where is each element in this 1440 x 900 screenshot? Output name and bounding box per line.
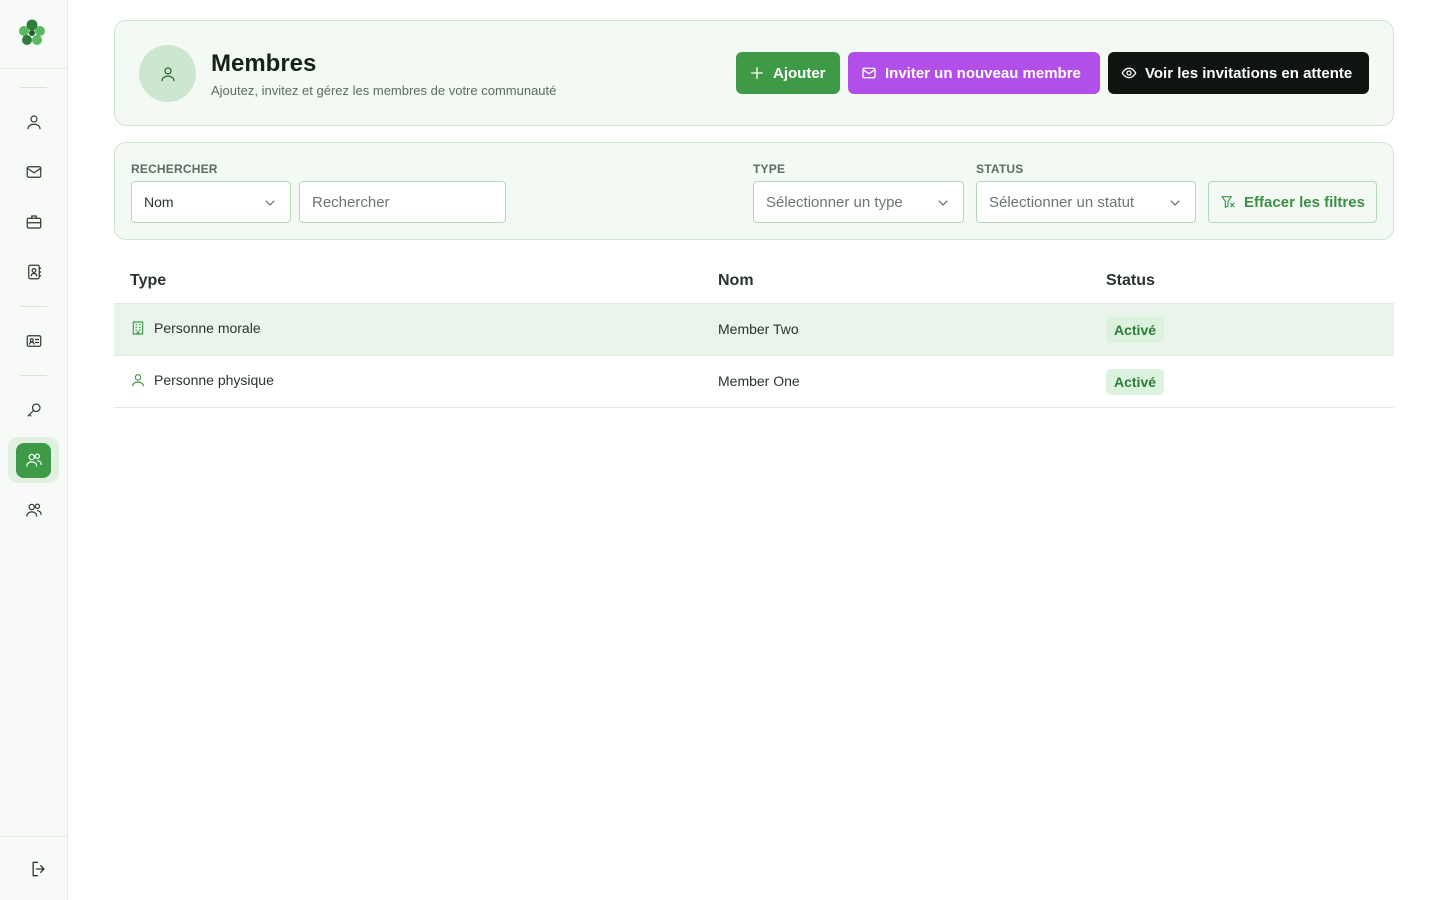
nav-card[interactable] — [8, 318, 59, 364]
users-icon — [25, 453, 42, 467]
row-type-cell: Personne physique — [130, 372, 274, 388]
user-icon — [160, 66, 175, 81]
table-row[interactable]: Personne physique Member One Activé — [114, 356, 1394, 408]
row-type-cell: Personne morale — [130, 320, 261, 336]
users-icon — [25, 503, 42, 517]
members-table: Type Nom Status Personne morale Member T… — [114, 256, 1394, 408]
contact-book-icon — [27, 264, 41, 280]
mail-icon — [26, 166, 41, 178]
row-name-cell: Member Two — [718, 321, 799, 337]
chevron-down-icon — [938, 200, 948, 206]
table-header: Type Nom Status — [114, 256, 1394, 304]
sidebar-divider — [20, 87, 47, 88]
nav-messages[interactable] — [8, 149, 59, 195]
filter-clear-icon — [1221, 196, 1235, 208]
id-card-icon — [26, 335, 41, 347]
clear-filters-button[interactable]: Effacer les filtres — [1208, 181, 1377, 223]
search-field-select[interactable]: Nom — [131, 181, 291, 223]
logout-button[interactable] — [13, 846, 64, 892]
plus-icon — [751, 67, 763, 79]
invite-member-label: Inviter un nouveau membre — [885, 64, 1081, 82]
search-label: RECHERCHER — [131, 162, 218, 176]
pending-invitations-button[interactable]: Voir les invitations en attente — [1108, 52, 1369, 94]
briefcase-icon — [26, 215, 41, 229]
status-placeholder: Sélectionner un statut — [989, 193, 1135, 211]
page-subtitle: Ajoutez, invitez et gérez les membres de… — [211, 83, 557, 98]
pending-invitations-label: Voir les invitations en attente — [1145, 64, 1353, 82]
sidebar-divider — [0, 68, 68, 69]
status-badge: Activé — [1106, 369, 1165, 395]
filters-panel: RECHERCHER Nom Rechercher TYPE Sélection… — [114, 142, 1394, 240]
key-icon — [26, 403, 41, 417]
user-icon — [132, 374, 144, 387]
sidebar-divider — [20, 306, 47, 307]
nav-jobs[interactable] — [8, 199, 59, 245]
nav-groups[interactable] — [8, 487, 59, 533]
column-header-status[interactable]: Status — [1106, 272, 1155, 290]
row-name-cell: Member One — [718, 373, 800, 389]
nav-members-active-indicator — [16, 442, 51, 478]
chevron-down-icon — [1170, 200, 1180, 206]
nav-keys[interactable] — [8, 387, 59, 433]
app-root: Membres Ajoutez, invitez et gérez les me… — [0, 0, 1440, 900]
table-row[interactable]: Personne morale Member Two Activé — [114, 304, 1394, 356]
user-icon — [26, 115, 41, 130]
mail-icon — [862, 67, 876, 79]
type-label: TYPE — [753, 162, 786, 176]
status-label: STATUS — [976, 162, 1024, 176]
sidebar-divider — [20, 375, 47, 376]
search-input[interactable]: Rechercher — [299, 181, 506, 223]
chevron-down-icon — [265, 200, 275, 206]
sidebar-divider — [0, 836, 68, 837]
type-select[interactable]: Sélectionner un type — [753, 181, 964, 223]
add-member-label: Ajouter — [773, 64, 826, 82]
invite-member-button[interactable]: Inviter un nouveau membre — [848, 52, 1100, 94]
search-field-value: Nom — [144, 194, 174, 210]
page-title: Membres — [211, 50, 317, 77]
building-icon — [132, 321, 144, 335]
page-header: Membres Ajoutez, invitez et gérez les me… — [114, 20, 1394, 126]
column-header-name[interactable]: Nom — [718, 272, 754, 290]
column-header-type[interactable]: Type — [130, 272, 166, 290]
logout-icon — [31, 861, 45, 877]
type-placeholder: Sélectionner un type — [766, 193, 903, 211]
status-select[interactable]: Sélectionner un statut — [976, 181, 1196, 223]
clear-filters-label: Effacer les filtres — [1244, 193, 1365, 211]
sidebar — [0, 0, 68, 900]
status-badge: Activé — [1106, 317, 1165, 343]
row-type-label: Personne morale — [154, 320, 261, 336]
nav-members[interactable] — [8, 437, 59, 483]
search-placeholder: Rechercher — [312, 193, 390, 211]
eye-icon — [1121, 67, 1137, 79]
add-member-button[interactable]: Ajouter — [736, 52, 840, 94]
header-avatar — [139, 45, 196, 102]
nav-directory[interactable] — [8, 249, 59, 295]
nav-profile[interactable] — [8, 99, 59, 145]
row-type-label: Personne physique — [154, 372, 274, 388]
clover-logo-icon[interactable] — [17, 18, 47, 48]
